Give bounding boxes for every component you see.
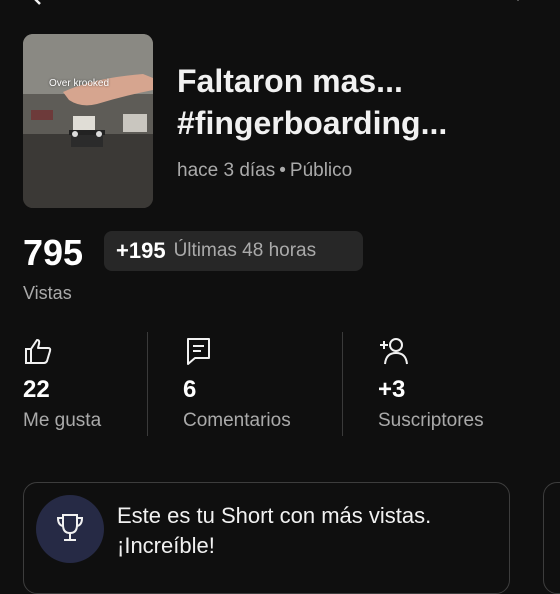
views-delta-pill: +195 Últimas 48 horas <box>104 231 363 271</box>
trophy-badge <box>36 495 104 563</box>
likes-label: Me gusta <box>23 410 102 431</box>
thumbs-up-icon <box>25 339 52 364</box>
upload-age: hace 3 días <box>177 160 276 181</box>
comments-value: 6 <box>183 376 197 403</box>
back-arrow-icon[interactable] <box>26 0 46 6</box>
highlight-text: Este es tu Short con más vistas. ¡Increí… <box>117 501 431 561</box>
video-thumbnail[interactable]: Over krooked <box>23 34 153 208</box>
highlight-card[interactable]: Este es tu Short con más vistas. ¡Increí… <box>23 482 510 594</box>
meta-separator: • <box>279 160 286 181</box>
views-label: Vistas <box>23 283 72 303</box>
video-meta: hace 3 días • Público <box>177 160 352 182</box>
comment-icon <box>187 338 210 365</box>
comments-label: Comentarios <box>183 410 291 431</box>
visibility-status: Público <box>289 160 353 181</box>
thumbnail-caption: Over krooked <box>49 78 110 89</box>
top-bar <box>0 0 560 12</box>
add-person-icon <box>380 338 408 365</box>
highlight-line-2: ¡Increíble! <box>117 533 215 558</box>
subscribers-label: Suscriptores <box>378 410 484 431</box>
views-count: 795 <box>23 232 84 273</box>
chevron-down-icon[interactable] <box>508 0 528 6</box>
views-delta-value: +195 <box>116 238 166 263</box>
stat-divider <box>147 332 148 436</box>
thumbnail-scene <box>23 34 153 208</box>
trophy-icon <box>56 514 84 541</box>
video-title: Faltaron mas... #fingerboarding... <box>177 63 448 141</box>
views-delta-period: Últimas 48 horas <box>173 240 317 261</box>
next-card-peek[interactable] <box>543 482 560 594</box>
stat-divider <box>342 332 343 436</box>
highlight-line-1: Este es tu Short con más vistas. <box>117 503 432 528</box>
subscribers-value: +3 <box>378 376 406 403</box>
likes-value: 22 <box>23 376 50 403</box>
